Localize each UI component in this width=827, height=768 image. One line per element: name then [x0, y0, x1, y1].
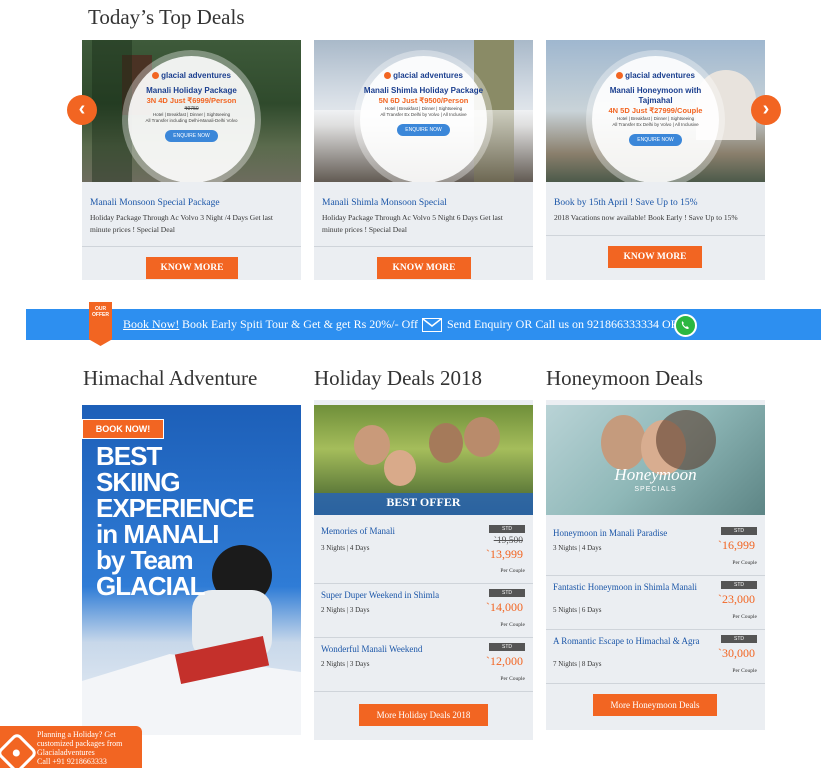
deal-title[interactable]: Manali Monsoon Special Package: [90, 198, 220, 208]
deal-row[interactable]: A Romantic Escape to Himachal & Agra 7 N…: [546, 632, 765, 684]
holiday-deals-card: BEST OFFER Memories of Manali 3 Nights |…: [314, 400, 533, 740]
chat-popup[interactable]: Planning a Holiday? Get customized packa…: [0, 726, 142, 768]
deal-duration: 3 Nights | 4 Days: [553, 544, 602, 552]
offer-badge: glacial adventures Manali Holiday Packag…: [128, 56, 255, 182]
best-offer-label: BEST OFFER: [386, 495, 461, 509]
std-tag: STD: [489, 525, 525, 533]
deal-row[interactable]: Honeymoon in Manali Paradise 3 Nights | …: [546, 524, 765, 576]
deal-row[interactable]: Fantastic Honeymoon in Shimla Manali 5 N…: [546, 578, 765, 630]
deal-description: 2018 Vacations now available! Book Early…: [554, 213, 738, 222]
book-now-link[interactable]: Book Now!: [123, 317, 179, 332]
carousel-prev-button[interactable]: ‹: [67, 95, 97, 125]
brand-logo: glacial adventures: [128, 72, 255, 80]
per-couple: Per Couple: [500, 568, 525, 574]
deal-card: glacial adventures Manali Holiday Packag…: [82, 40, 301, 280]
carousel-next-button[interactable]: ›: [751, 95, 781, 125]
more-honeymoon-deals-button[interactable]: More Honeymoon Deals: [593, 694, 717, 716]
deal-row[interactable]: Wonderful Manali Weekend 2 Nights | 3 Da…: [314, 640, 533, 692]
enquire-now-button[interactable]: ENQUIRE NOW: [397, 124, 450, 136]
deal-duration: 3 Nights | 4 Days: [321, 544, 370, 552]
deal-row[interactable]: Super Duper Weekend in Shimla 2 Nights |…: [314, 586, 533, 638]
mail-icon[interactable]: [422, 318, 442, 332]
deal-duration: 7 Nights | 8 Days: [553, 660, 602, 668]
deal-card: glacial adventures Manali Shimla Holiday…: [314, 40, 533, 280]
deal-image[interactable]: glacial adventures Manali Honeymoon with…: [546, 40, 765, 182]
offer-ribbon-label: OUR OFFER: [92, 306, 109, 318]
per-couple: Per Couple: [732, 614, 757, 620]
chat-line-2: customized packages from: [37, 739, 123, 748]
std-tag: STD: [721, 581, 757, 589]
std-tag: STD: [489, 589, 525, 597]
deal-name[interactable]: Wonderful Manali Weekend: [321, 644, 471, 654]
deal-card: glacial adventures Manali Honeymoon with…: [546, 40, 765, 280]
deal-name[interactable]: Memories of Manali: [321, 526, 471, 536]
brand-logo: glacial adventures: [360, 72, 487, 80]
skiing-promo-banner[interactable]: BOOK NOW! BEST SKIING EXPERIENCE in MANA…: [82, 405, 301, 735]
enquiry-text[interactable]: Send Enquiry OR Call us on 921866333334 …: [447, 317, 679, 332]
deal-duration: 5 Nights | 6 Days: [553, 606, 602, 614]
honeymoon-banner-title: Honeymoon: [614, 465, 697, 484]
chat-line-1: Planning a Holiday? Get: [37, 730, 116, 739]
holiday-deals-heading: Holiday Deals 2018: [314, 366, 482, 390]
honeymoon-banner-sub: SPECIALS: [634, 486, 677, 493]
per-couple: Per Couple: [500, 676, 525, 682]
chevron-right-icon: ›: [762, 98, 770, 120]
deal-name[interactable]: A Romantic Escape to Himachal & Agra: [553, 636, 703, 646]
deal-description: Holiday Package Through Ac Volvo 3 Night…: [90, 213, 273, 234]
himachal-heading: Himachal Adventure: [83, 366, 258, 390]
deal-name[interactable]: Super Duper Weekend in Shimla: [321, 590, 471, 600]
deal-price: `14,000: [486, 600, 523, 614]
honeymoon-deals-heading: Honeymoon Deals: [546, 366, 703, 390]
deal-row[interactable]: Memories of Manali 3 Nights | 4 Days STD…: [314, 522, 533, 584]
banner-offer-text: Book Early Spiti Tour & Get & get Rs 20%…: [182, 317, 419, 331]
deal-duration: 2 Nights | 3 Days: [321, 606, 370, 614]
know-more-button[interactable]: KNOW MORE: [146, 257, 238, 279]
more-holiday-deals-button[interactable]: More Holiday Deals 2018: [359, 704, 488, 726]
deal-image[interactable]: glacial adventures Manali Holiday Packag…: [82, 40, 301, 182]
deal-title[interactable]: Book by 15th April ! Save Up to 15%: [554, 198, 698, 208]
holiday-deals-image[interactable]: BEST OFFER: [314, 405, 533, 515]
honeymoon-image[interactable]: Honeymoon SPECIALS: [546, 405, 765, 515]
enquire-now-button[interactable]: ENQUIRE NOW: [629, 134, 682, 146]
per-couple: Per Couple: [500, 622, 525, 628]
offer-badge: glacial adventures Manali Honeymoon with…: [592, 56, 719, 182]
std-tag: STD: [721, 527, 757, 535]
chat-line-4: Call +91 9218663333: [37, 757, 107, 766]
know-more-button[interactable]: KNOW MORE: [377, 257, 471, 279]
old-price: `19,500: [493, 536, 523, 546]
whatsapp-icon[interactable]: [674, 314, 697, 337]
per-couple: Per Couple: [732, 560, 757, 566]
deal-price: `12,000: [486, 654, 523, 668]
std-tag: STD: [721, 635, 757, 643]
deal-duration: 2 Nights | 3 Days: [321, 660, 370, 668]
enquire-now-button[interactable]: ENQUIRE NOW: [165, 130, 218, 142]
chat-line-3: Glacialadventures: [37, 748, 95, 757]
book-now-tag[interactable]: BOOK NOW!: [82, 419, 164, 439]
deal-price: `23,000: [718, 592, 755, 606]
per-couple: Per Couple: [732, 668, 757, 674]
deal-image[interactable]: glacial adventures Manali Shimla Holiday…: [314, 40, 533, 182]
top-deals-heading: Today’s Top Deals: [88, 5, 245, 29]
tag-icon: [0, 731, 39, 768]
std-tag: STD: [489, 643, 525, 651]
chevron-left-icon: ‹: [78, 98, 86, 120]
skiing-headline: BEST SKIING EXPERIENCE in MANALI by Team…: [96, 441, 255, 601]
deal-name[interactable]: Honeymoon in Manali Paradise: [553, 528, 703, 538]
deal-price: `30,000: [718, 646, 755, 660]
deal-name[interactable]: Fantastic Honeymoon in Shimla Manali: [553, 582, 703, 592]
offer-badge: glacial adventures Manali Shimla Holiday…: [360, 56, 487, 182]
deal-title[interactable]: Manali Shimla Monsoon Special: [322, 198, 447, 208]
brand-logo: glacial adventures: [592, 72, 719, 80]
honeymoon-deals-card: Honeymoon SPECIALS Honeymoon in Manali P…: [546, 400, 765, 730]
know-more-button[interactable]: KNOW MORE: [608, 246, 702, 268]
deal-price: `16,999: [718, 538, 755, 552]
deal-price: `13,999: [486, 547, 523, 561]
deal-description: Holiday Package Through Ac Volvo 5 Night…: [322, 213, 503, 234]
